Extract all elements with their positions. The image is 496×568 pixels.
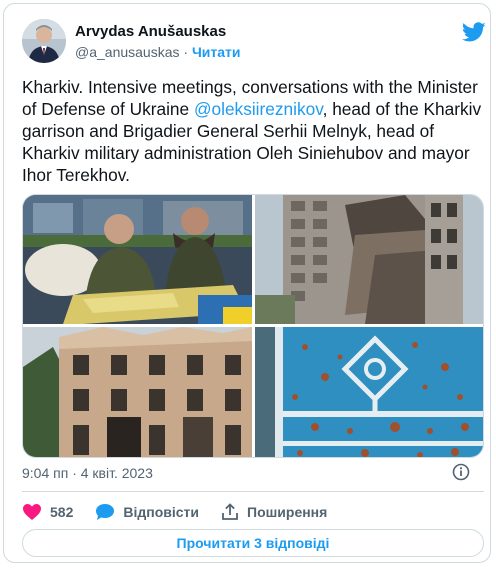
mention-link[interactable]: @oleksiireznikov [194, 99, 323, 119]
author-name[interactable]: Arvydas Anušauskas [75, 23, 226, 40]
photo-shelled-gate[interactable] [255, 327, 483, 457]
media-grid [22, 194, 484, 458]
avatar[interactable] [22, 19, 66, 63]
follow-button[interactable]: Читати [192, 44, 241, 60]
photo-ruined-facade[interactable] [23, 327, 252, 457]
like-count: 582 [50, 504, 74, 520]
reply-button[interactable]: Відповісти [95, 503, 199, 521]
like-button[interactable]: 582 [22, 503, 73, 521]
author-handle[interactable]: @a_anusauskas [75, 44, 180, 60]
tweet-text: Kharkiv. Intensive meetings, conversatio… [22, 76, 482, 186]
tweet-card: Arvydas Anušauskas @a_anusauskas · Читат… [3, 3, 491, 563]
share-icon [222, 503, 238, 520]
share-label: Поширення [247, 504, 328, 520]
author-handle-row: @a_anusauskas · Читати [75, 44, 241, 60]
twitter-bird-icon[interactable] [462, 20, 486, 44]
reply-bubble-icon [96, 504, 115, 520]
photo-damaged-building[interactable] [255, 195, 483, 324]
timestamp[interactable]: 9:04 пп · 4 квіт. 2023 [22, 465, 153, 481]
divider [22, 491, 484, 492]
info-icon[interactable] [452, 463, 470, 481]
action-bar: 582 Відповісти Поширення [22, 501, 349, 523]
reply-label: Відповісти [123, 504, 199, 520]
heart-icon [23, 504, 41, 520]
photo-meeting[interactable] [23, 195, 252, 324]
read-replies-button[interactable]: Прочитати 3 відповіді [22, 529, 484, 557]
share-button[interactable]: Поширення [221, 503, 327, 521]
handle-separator: · [179, 44, 192, 60]
